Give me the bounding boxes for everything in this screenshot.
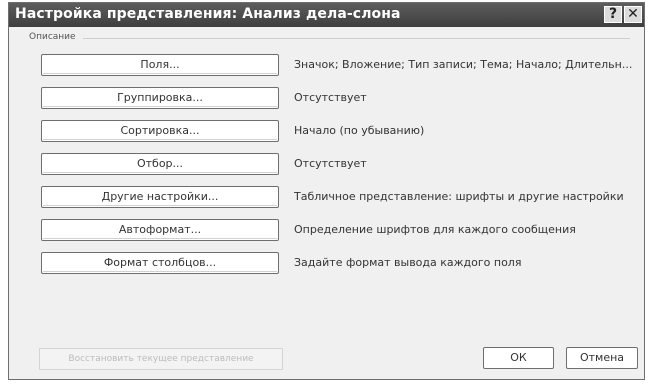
autoformat-value: Определение шрифтов для каждого сообщени… xyxy=(294,223,576,236)
view-settings-dialog: Настройка представления: Анализ дела-сло… xyxy=(8,2,645,380)
group-by-button[interactable]: Группировка... xyxy=(41,87,279,109)
cancel-button[interactable]: Отмена xyxy=(566,347,638,369)
column-format-button[interactable]: Формат столбцов... xyxy=(41,252,279,274)
fields-button[interactable]: Поля... xyxy=(41,54,279,76)
help-icon[interactable]: ? xyxy=(604,6,622,23)
other-settings-value: Табличное представление: шрифты и другие… xyxy=(294,190,624,203)
description-group-label: Описание xyxy=(29,32,76,42)
group-by-value: Отсутствует xyxy=(294,91,367,104)
ok-button[interactable]: ОК xyxy=(483,347,554,369)
other-settings-button[interactable]: Другие настройки... xyxy=(41,186,279,208)
restore-view-button: Восстановить текущее представление xyxy=(39,348,283,370)
dialog-title: Настройка представления: Анализ дела-сло… xyxy=(15,6,401,22)
group-divider xyxy=(83,38,630,39)
filter-button[interactable]: Отбор... xyxy=(41,153,279,175)
close-icon[interactable]: ✕ xyxy=(624,6,642,23)
fields-value: Значок; Вложение; Тип записи; Тема; Нача… xyxy=(294,58,633,71)
title-bar: Настройка представления: Анализ дела-сло… xyxy=(9,3,644,27)
column-format-value: Задайте формат вывода каждого поля xyxy=(294,256,522,269)
autoformat-button[interactable]: Автоформат... xyxy=(41,219,279,241)
filter-value: Отсутствует xyxy=(294,157,367,170)
sort-value: Начало (по убыванию) xyxy=(294,124,425,137)
sort-button[interactable]: Сортировка... xyxy=(41,120,279,142)
